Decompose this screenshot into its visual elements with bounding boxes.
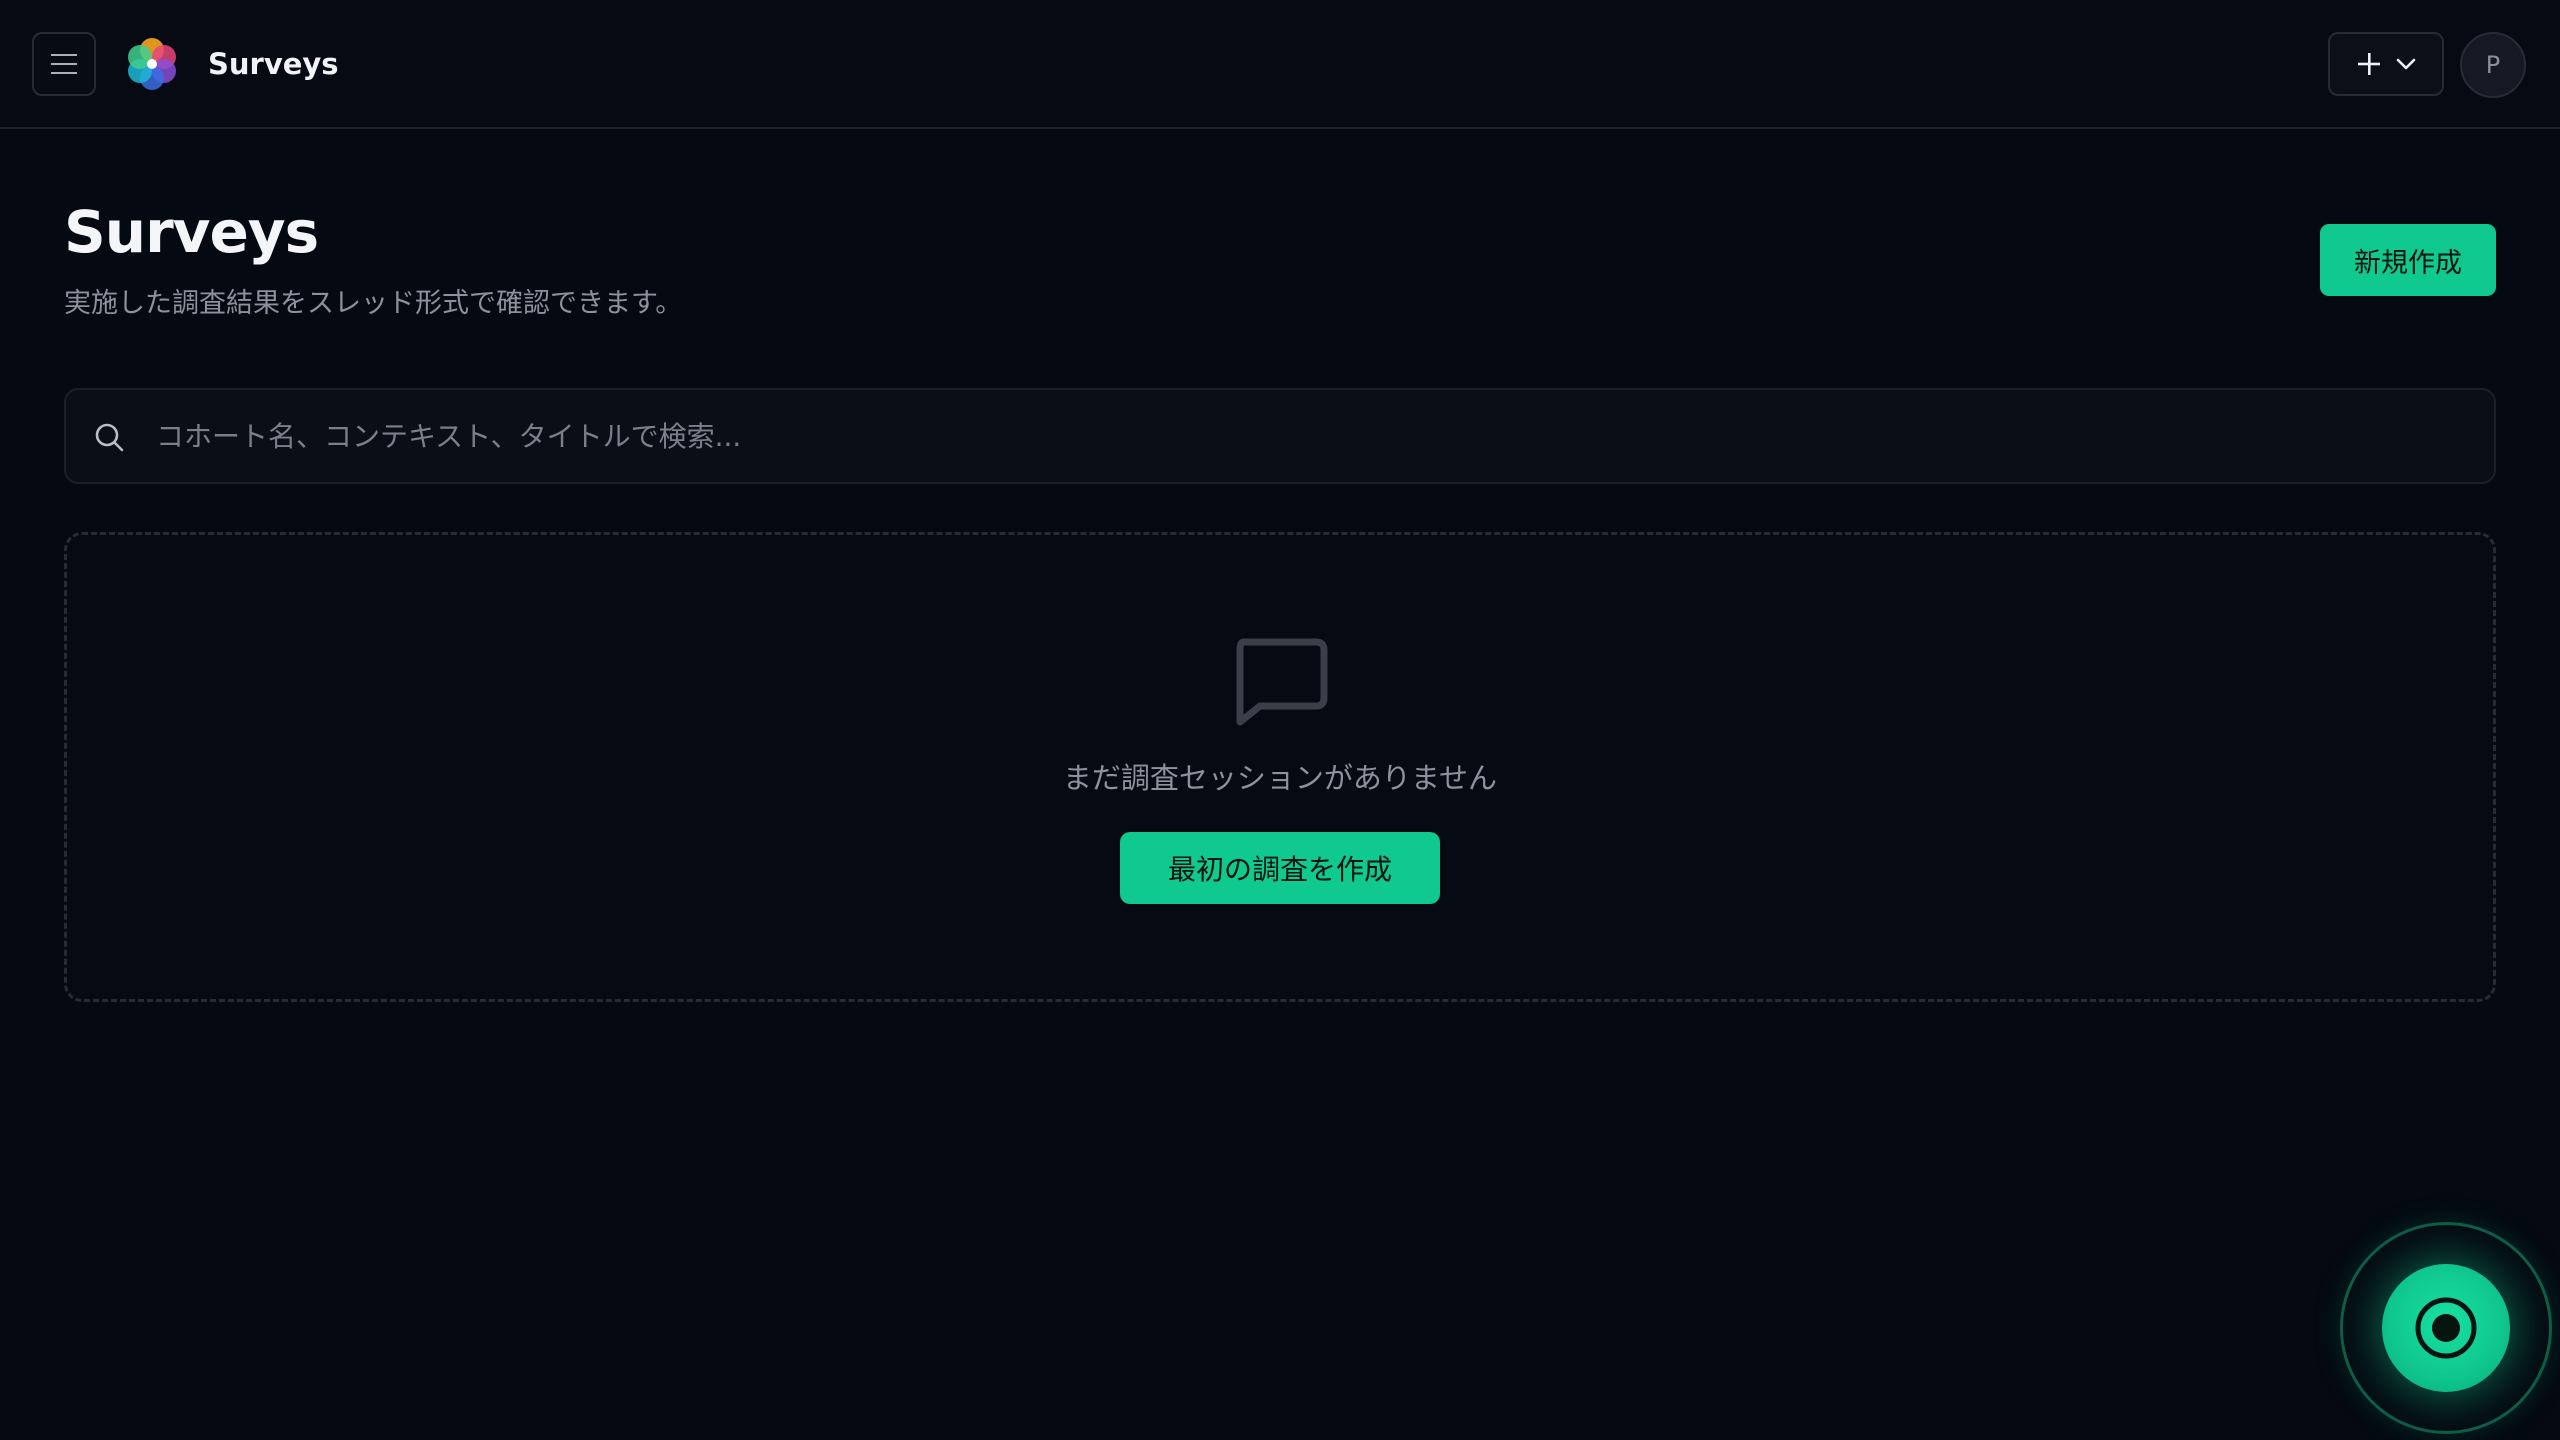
chat-bubble-icon [1236, 638, 1328, 726]
empty-state-message: まだ調査セッションがありません [1062, 761, 1498, 795]
page-subtitle: 実施した調査結果をスレッド形式で確認できます。 [64, 288, 683, 319]
add-dropdown-button[interactable] [2328, 32, 2444, 96]
new-survey-button[interactable]: 新規作成 [2320, 224, 2496, 296]
page-title: Surveys [64, 198, 319, 266]
chevron-down-icon [2396, 58, 2416, 70]
app-title: Surveys [208, 47, 339, 81]
top-bar: Surveys P [0, 0, 2560, 129]
menu-button[interactable] [32, 32, 96, 96]
search-input[interactable] [154, 390, 2474, 482]
search-icon [95, 423, 124, 452]
plus-icon [2358, 53, 2380, 75]
search-box [64, 388, 2496, 484]
record-icon [2415, 1297, 2477, 1359]
create-first-survey-button[interactable]: 最初の調査を作成 [1120, 832, 1440, 904]
flower-logo[interactable] [124, 36, 180, 92]
avatar-initial: P [2485, 51, 2501, 79]
hamburger-icon [51, 54, 77, 74]
record-fab-button[interactable] [2382, 1264, 2510, 1392]
avatar[interactable]: P [2460, 32, 2526, 98]
